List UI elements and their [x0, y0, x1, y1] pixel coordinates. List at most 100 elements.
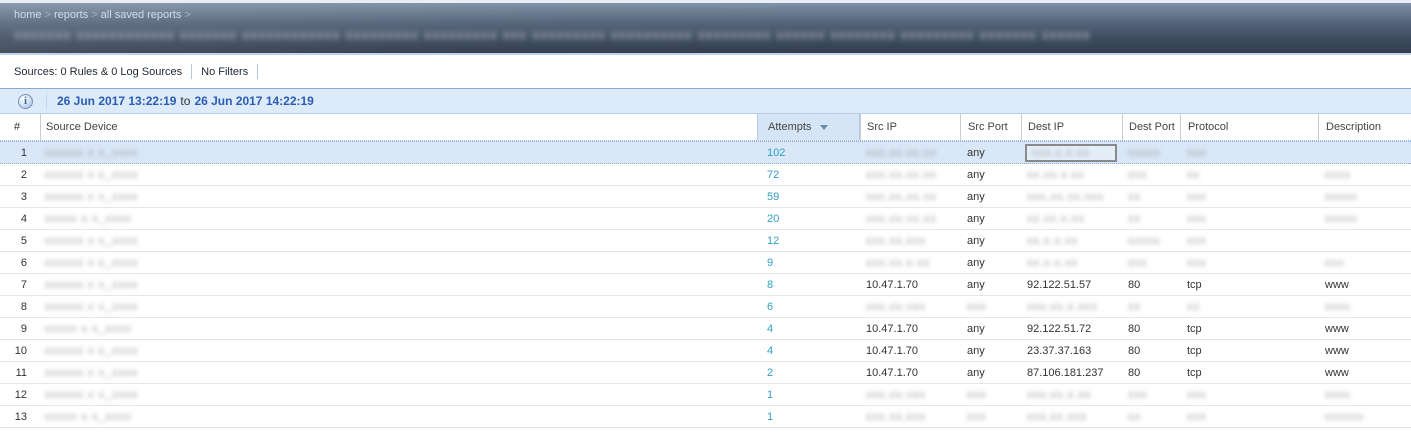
cell-attempts: 20 [757, 208, 860, 229]
cell-dest_port: xxxxx [1122, 230, 1180, 251]
row-number: 6 [0, 252, 40, 273]
cell-src_ip: xxx.xx.xx.xx [860, 208, 960, 229]
row-number: 8 [0, 296, 40, 317]
cell-src_port: any [960, 208, 1021, 229]
attempts-link[interactable]: 1 [767, 389, 773, 401]
redacted-value: xxxx [1325, 301, 1351, 313]
attempts-link[interactable]: 72 [767, 169, 779, 181]
cell-dest_port: xx [1122, 296, 1180, 317]
date-range-bar: i 26 Jun 2017 13:22:19 to 26 Jun 2017 14… [0, 88, 1411, 114]
redacted-value: xxxxx [1325, 213, 1358, 225]
cell-dest_ip: xxx.x.x.xx [1021, 142, 1122, 163]
cell-device: xxxxxx x x_xxxx [40, 296, 757, 317]
cell-attempts: 6 [757, 296, 860, 317]
breadcrumb-separator: > [91, 9, 97, 21]
column-header-attempts[interactable]: Attempts [757, 114, 860, 140]
row-number: 13 [0, 406, 40, 427]
column-header-dest_port[interactable]: Dest Port [1122, 114, 1180, 140]
attempts-link[interactable]: 59 [767, 191, 779, 203]
cell-src_ip: xxx.xx.xxx [860, 406, 960, 427]
redacted-value: xxx.xx.xx.xxx [1027, 191, 1104, 203]
cell-protocol: tcp [1180, 362, 1318, 383]
redacted-value: xx [1187, 169, 1200, 181]
cell-protocol: xxx [1180, 384, 1318, 405]
row-number: 7 [0, 274, 40, 295]
table-row[interactable]: 7xxxxxx x x_xxxx810.47.1.70any92.122.51.… [0, 274, 1411, 296]
column-header-label: Protocol [1188, 121, 1228, 133]
cell-description: xxxx [1318, 164, 1411, 185]
table-row[interactable]: 12xxxxxx x x_xxxx1xxx.xx.xxxxxxxxx.xx.x.… [0, 384, 1411, 406]
cell-attempts: 59 [757, 186, 860, 207]
cell-src_ip: 10.47.1.70 [860, 340, 960, 361]
redacted-value: xxxx [1325, 169, 1351, 181]
column-header-description[interactable]: Description [1318, 114, 1411, 140]
row-number: 10 [0, 340, 40, 361]
column-header-protocol[interactable]: Protocol [1180, 114, 1318, 140]
redacted-value: xxx [1128, 389, 1148, 401]
redacted-value: xx.xx.x.xx [1027, 169, 1085, 181]
cell-protocol: xxx [1180, 208, 1318, 229]
column-header-dest_ip[interactable]: Dest IP [1021, 114, 1122, 140]
table-row[interactable]: 4xxxxx x x_xxxx20xxx.xx.xx.xxanyxx.xx.x.… [0, 208, 1411, 230]
column-header-src_port[interactable]: Src Port [960, 114, 1021, 140]
attempts-link[interactable]: 8 [767, 279, 773, 291]
attempts-link[interactable]: 1 [767, 411, 773, 423]
column-header-label: Description [1326, 121, 1381, 133]
table-row[interactable]: 11xxxxxx x x_xxxx210.47.1.70any87.106.18… [0, 362, 1411, 384]
cell-dest_ip: xx.x.x.xx [1021, 230, 1122, 251]
attempts-link[interactable]: 9 [767, 257, 773, 269]
cell-device: xxxxxx x x_xxxx [40, 384, 757, 405]
attempts-link[interactable]: 4 [767, 323, 773, 335]
redacted-value: xx [1187, 301, 1200, 313]
table-row[interactable]: 1xxxxxx x x_xxxx102xxx.xx.xx.xxanyxxx.x.… [0, 141, 1411, 164]
cell-src_port: any [960, 186, 1021, 207]
table-row[interactable]: 3xxxxxx x x_xxxx59xxx.xx.xx.xxanyxxx.xx.… [0, 186, 1411, 208]
redacted-value: xxx [1187, 257, 1207, 269]
column-header-device[interactable]: Source Device [40, 114, 757, 140]
cell-src_port: any [960, 142, 1021, 163]
cell-protocol: xxx [1180, 186, 1318, 207]
redacted-value: xxx [967, 411, 987, 423]
redacted-value: xx [1128, 411, 1141, 423]
attempts-link[interactable]: 4 [767, 345, 773, 357]
redacted-value: xxx.xx.xxx [866, 411, 926, 423]
cell-description [1318, 142, 1411, 163]
breadcrumb-link-all-saved-reports[interactable]: all saved reports [101, 9, 182, 21]
table-row[interactable]: 8xxxxxx x x_xxxx6xxx.xx.xxxxxxxxx.xx.x.x… [0, 296, 1411, 318]
sources-bar: Sources: 0 Rules & 0 Log Sources No Filt… [0, 55, 1411, 88]
redacted-value: xxx.xx.xx.xx [866, 191, 937, 203]
cell-src_ip: 10.47.1.70 [860, 362, 960, 383]
table-row[interactable]: 13xxxxx x x_xxxx1xxx.xx.xxxxxxxxx.xx.xxx… [0, 406, 1411, 428]
cell-description: www [1318, 318, 1411, 339]
info-icon[interactable]: i [18, 94, 33, 109]
column-header-label: Src Port [968, 121, 1008, 133]
redacted-value: xxx.x.x.xx [1032, 147, 1090, 159]
table-row[interactable]: 10xxxxxx x x_xxxx410.47.1.70any23.37.37.… [0, 340, 1411, 362]
grid-body: 1xxxxxx x x_xxxx102xxx.xx.xx.xxanyxxx.x.… [0, 141, 1411, 428]
table-row[interactable]: 9xxxxx x x_xxxx410.47.1.70any92.122.51.7… [0, 318, 1411, 340]
attempts-link[interactable]: 2 [767, 367, 773, 379]
attempts-link[interactable]: 6 [767, 301, 773, 313]
redacted-value: xx.x.x.xx [1027, 257, 1078, 269]
redacted-value: xxx.xx.xx.xx [866, 169, 937, 181]
breadcrumb-link-reports[interactable]: reports [54, 9, 88, 21]
redacted-value: xx.xx.x.xx [1027, 213, 1085, 225]
attempts-link[interactable]: 12 [767, 235, 779, 247]
cell-src_ip: xxx.xx.xxx [860, 384, 960, 405]
redacted-value: xxxxxx x x_xxxx [45, 147, 138, 159]
cell-src_port: any [960, 340, 1021, 361]
table-row[interactable]: 6xxxxxx x x_xxxx9xxx.xx.x.xxanyxx.x.x.xx… [0, 252, 1411, 274]
redacted-value: xxxxxx x x_xxxx [45, 257, 138, 269]
cell-dest_port: xx [1122, 186, 1180, 207]
table-row[interactable]: 5xxxxxx x x_xxxx12xxx.xx.xxxanyxx.x.x.xx… [0, 230, 1411, 252]
cell-attempts: 12 [757, 230, 860, 251]
column-header-num[interactable]: # [0, 114, 40, 140]
attempts-link[interactable]: 102 [767, 147, 785, 159]
cell-attempts: 1 [757, 384, 860, 405]
breadcrumb-link-home[interactable]: home [14, 9, 42, 21]
table-row[interactable]: 2xxxxxx x x_xxxx72xxx.xx.xx.xxanyxx.xx.x… [0, 164, 1411, 186]
cell-description: www [1318, 362, 1411, 383]
redacted-value: xxxxxx x x_xxxx [45, 191, 138, 203]
column-header-src_ip[interactable]: Src IP [860, 114, 960, 140]
attempts-link[interactable]: 20 [767, 213, 779, 225]
